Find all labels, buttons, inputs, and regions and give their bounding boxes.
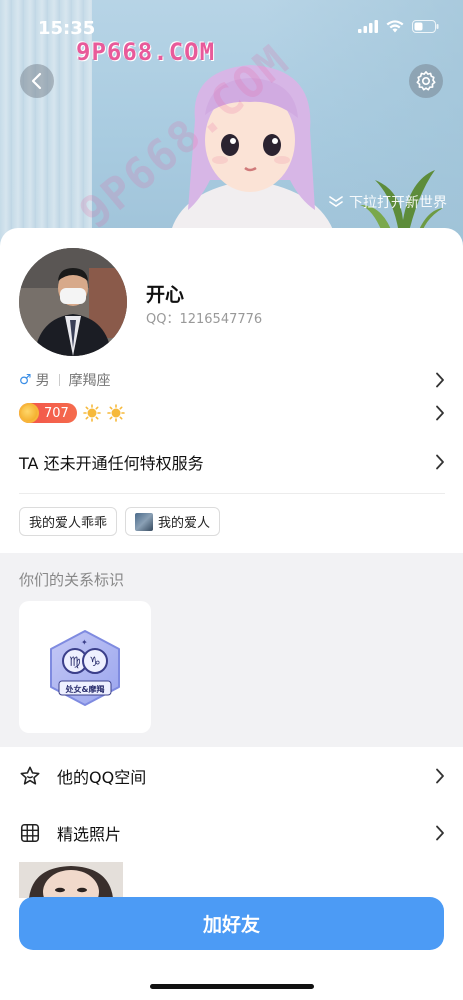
level-value: 707: [44, 405, 69, 421]
add-friend-button[interactable]: 加好友: [19, 897, 444, 950]
tag-thumbnail: [135, 512, 154, 531]
badge-caption: 处女&摩羯: [65, 685, 105, 694]
section-divider: [19, 493, 445, 494]
gear-icon: [416, 71, 436, 91]
tag-list: 我的爱人乖乖 我的爱人: [19, 507, 221, 536]
relationship-badge-card[interactable]: ♍ ♑ ✦ 处女&摩羯: [19, 601, 151, 733]
chevron-right-icon: [436, 405, 444, 421]
star-icon: [20, 766, 40, 785]
status-bar: 15:35: [0, 0, 463, 50]
featured-photo-thumbnail[interactable]: [19, 862, 123, 898]
coin-icon: [19, 403, 39, 423]
zodiac-text: 摩羯座: [68, 373, 111, 389]
chevron-right-icon: [436, 454, 444, 470]
tag-label: 我的爱人: [158, 516, 211, 531]
settings-button[interactable]: [409, 64, 443, 98]
back-button[interactable]: [20, 64, 54, 98]
qq-label: QQ：: [146, 312, 180, 327]
nickname: 开心: [146, 284, 185, 306]
watermark-text: 9P668.COM: [76, 38, 216, 66]
tag-item[interactable]: 我的爱人: [125, 507, 221, 536]
relationship-section: 你们的关系标识 ♍ ♑ ✦ 处女&摩羯: [0, 553, 463, 747]
gender-text: 男: [35, 373, 50, 389]
wifi-icon: [386, 20, 404, 33]
home-indicator: [150, 984, 314, 989]
relationship-title: 你们的关系标识: [19, 571, 125, 589]
sun-icon: [107, 404, 125, 422]
status-time: 15:35: [38, 18, 96, 39]
privilege-text: TA 还未开通任何特权服务: [19, 454, 204, 473]
double-chevron-down-icon: [329, 196, 343, 207]
qq-number-line: QQ：1216547776: [146, 308, 262, 327]
level-row[interactable]: 707: [19, 402, 445, 424]
svg-text:♑: ♑: [89, 655, 101, 670]
svg-text:✦: ✦: [81, 638, 88, 647]
grid-icon: [20, 823, 40, 843]
qzone-row[interactable]: 他的QQ空间: [19, 761, 445, 791]
chevron-right-icon: [436, 768, 444, 784]
divider: [58, 374, 60, 386]
cartoon-avatar-image: [170, 65, 335, 235]
battery-icon: [412, 20, 439, 33]
chevron-right-icon: [436, 825, 444, 841]
pull-down-hint[interactable]: 下拉打开新世界: [329, 192, 447, 212]
avatar[interactable]: [19, 248, 127, 356]
featured-photos-row[interactable]: 精选照片: [19, 818, 445, 848]
avatar-photo: [19, 248, 127, 356]
tag-item[interactable]: 我的爱人乖乖: [19, 507, 118, 536]
profile-card: 开心 QQ：1216547776 ♂ 男 摩羯座 707 TA 还未开通任何特权…: [0, 228, 463, 1000]
qq-number: 1216547776: [179, 312, 263, 327]
level-badge: 707: [19, 403, 77, 423]
sun-icon: [83, 404, 101, 422]
pull-hint-label: 下拉打开新世界: [349, 195, 447, 211]
photos-label: 精选照片: [57, 825, 122, 844]
chevron-left-icon: [31, 72, 42, 90]
zodiac-badge-icon: ♍ ♑ ✦: [50, 630, 120, 706]
signal-icon: [358, 20, 378, 33]
tag-label: 我的爱人乖乖: [29, 516, 108, 531]
svg-text:♍: ♍: [69, 655, 81, 670]
chevron-right-icon: [436, 372, 444, 388]
privilege-row[interactable]: TA 还未开通任何特权服务: [19, 450, 445, 474]
qzone-label: 他的QQ空间: [57, 768, 147, 787]
basic-info-row[interactable]: ♂ 男 摩羯座: [19, 370, 445, 390]
male-icon: ♂: [19, 372, 32, 388]
